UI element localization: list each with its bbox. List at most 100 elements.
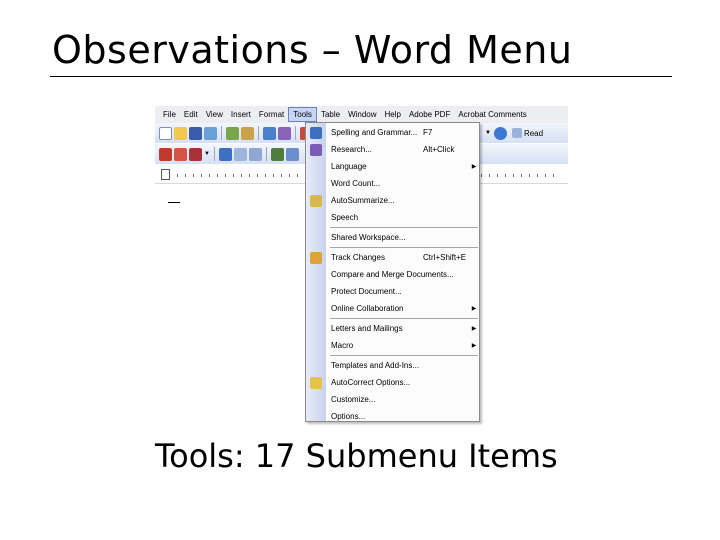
tab-selector-icon[interactable] <box>161 169 170 180</box>
print-icon[interactable] <box>226 126 239 140</box>
menu-item-icon-cell <box>306 337 326 354</box>
menu-help[interactable]: Help <box>381 107 405 122</box>
menu-item-icon-cell <box>306 141 326 158</box>
menu-item-shortcut: F7 <box>423 128 433 137</box>
read-button[interactable]: Read <box>510 128 545 138</box>
open-folder-icon[interactable] <box>174 126 187 140</box>
menu-item-autocorrect-options[interactable]: AutoCorrect Options... <box>306 374 479 391</box>
menu-item-speech[interactable]: Speech <box>306 209 479 226</box>
toolbar-separator <box>213 147 215 161</box>
menu-item-language[interactable]: Language ▶ <box>306 158 479 175</box>
menu-item-label: AutoSummarize... <box>331 196 395 205</box>
menu-format[interactable]: Format <box>255 107 288 122</box>
menu-item-label: Word Count... <box>331 179 381 188</box>
help-icon[interactable] <box>493 126 507 140</box>
menu-item-icon-cell <box>306 158 326 175</box>
menu-window[interactable]: Window <box>344 107 380 122</box>
spelling-icon <box>310 126 322 139</box>
reject-change-icon[interactable] <box>285 147 299 161</box>
chevron-down-icon[interactable]: ▼ <box>485 130 491 136</box>
ruler-tick <box>505 174 506 177</box>
menu-insert[interactable]: Insert <box>227 107 255 122</box>
menu-item-track-changes[interactable]: Track Changes Ctrl+Shift+E <box>306 249 479 266</box>
read-icon <box>511 128 522 138</box>
menu-item-macro[interactable]: Macro ▶ <box>306 337 479 354</box>
menu-item-label: Protect Document... <box>331 287 402 296</box>
pdf-email-icon[interactable] <box>174 147 187 161</box>
slide-caption: Tools: 17 Submenu Items <box>155 437 558 475</box>
menu-item-icon-cell <box>306 320 326 337</box>
reviewing-icon[interactable] <box>248 147 262 161</box>
menu-item-protect-document[interactable]: Protect Document... <box>306 283 479 300</box>
menu-item-options[interactable]: Options... <box>306 408 479 425</box>
ruler-tick <box>233 174 234 177</box>
chevron-down-icon[interactable]: ▼ <box>204 151 210 157</box>
menu-separator <box>330 318 478 319</box>
comment-icon[interactable] <box>233 147 247 161</box>
menu-item-shared-workspace[interactable]: Shared Workspace... <box>306 229 479 246</box>
highlight-icon[interactable] <box>218 147 232 161</box>
autosummarize-icon <box>310 194 322 207</box>
save-icon[interactable] <box>189 126 202 140</box>
menu-item-icon-cell <box>306 124 326 141</box>
ruler-tick <box>265 174 266 177</box>
ruler-tick <box>225 174 226 177</box>
ruler-tick <box>553 174 554 177</box>
ruler-tick <box>257 174 258 177</box>
toolbar-separator <box>295 126 296 140</box>
ruler-tick <box>521 174 522 177</box>
menu-acrobat-comments[interactable]: Acrobat Comments <box>454 107 530 122</box>
menu-item-word-count[interactable]: Word Count... <box>306 175 479 192</box>
research-icon <box>310 143 322 156</box>
menu-edit[interactable]: Edit <box>180 107 202 122</box>
print-preview-icon[interactable] <box>241 126 254 140</box>
research-toolbar-icon[interactable] <box>278 126 291 140</box>
menu-item-icon-cell <box>306 357 326 374</box>
ruler-tick <box>545 174 546 177</box>
menu-item-compare-and-merge-documents[interactable]: Compare and Merge Documents... <box>306 266 479 283</box>
menu-separator <box>330 227 478 228</box>
menu-tools[interactable]: Tools <box>288 107 317 122</box>
new-document-icon[interactable] <box>159 126 172 140</box>
ruler-tick <box>529 174 530 177</box>
permission-icon[interactable] <box>204 126 217 140</box>
ruler-tick <box>201 174 202 177</box>
menu-item-icon-cell <box>306 175 326 192</box>
ruler-tick <box>209 174 210 177</box>
menu-table[interactable]: Table <box>317 107 344 122</box>
menu-item-label: Shared Workspace... <box>331 233 406 242</box>
toolbar-separator <box>258 126 259 140</box>
menu-item-shortcut: Alt+Click <box>423 145 455 154</box>
ruler-tick <box>185 174 186 177</box>
menu-file[interactable]: File <box>159 107 180 122</box>
menu-item-templates-and-add-ins[interactable]: Templates and Add-Ins... <box>306 357 479 374</box>
menu-separator <box>330 247 478 248</box>
title-divider <box>50 76 672 77</box>
spelling-toolbar-icon[interactable] <box>263 126 276 140</box>
menu-adobe-pdf[interactable]: Adobe PDF <box>405 107 454 122</box>
ruler-tick <box>273 174 274 177</box>
menu-item-icon-cell <box>306 192 326 209</box>
menu-item-autosummarize[interactable]: AutoSummarize... <box>306 192 479 209</box>
menu-item-icon-cell <box>306 374 326 391</box>
read-button-label: Read <box>523 128 544 138</box>
menu-item-spelling-and-grammar[interactable]: Spelling and Grammar... F7 <box>306 124 479 141</box>
pdf-convert-icon[interactable] <box>159 147 172 161</box>
toolbar-separator <box>265 147 267 161</box>
menu-item-letters-and-mailings[interactable]: Letters and Mailings ▶ <box>306 320 479 337</box>
menu-item-label: Templates and Add-Ins... <box>331 361 420 370</box>
menu-item-customize[interactable]: Customize... <box>306 391 479 408</box>
menu-separator <box>330 355 478 356</box>
menu-item-online-collaboration[interactable]: Online Collaboration ▶ <box>306 300 479 317</box>
submenu-arrow-icon: ▶ <box>471 326 477 332</box>
submenu-arrow-icon: ▶ <box>471 306 477 312</box>
menu-view[interactable]: View <box>202 107 227 122</box>
menu-bar: File Edit View Insert Format Tools Table… <box>155 106 568 123</box>
menu-item-icon-cell <box>306 229 326 246</box>
accept-change-icon[interactable] <box>270 147 284 161</box>
ruler-tick <box>289 174 290 177</box>
menu-item-label: Online Collaboration <box>331 304 404 313</box>
menu-item-research[interactable]: Research... Alt+Click <box>306 141 479 158</box>
ruler-tick <box>249 174 250 177</box>
pdf-review-icon[interactable] <box>189 147 202 161</box>
